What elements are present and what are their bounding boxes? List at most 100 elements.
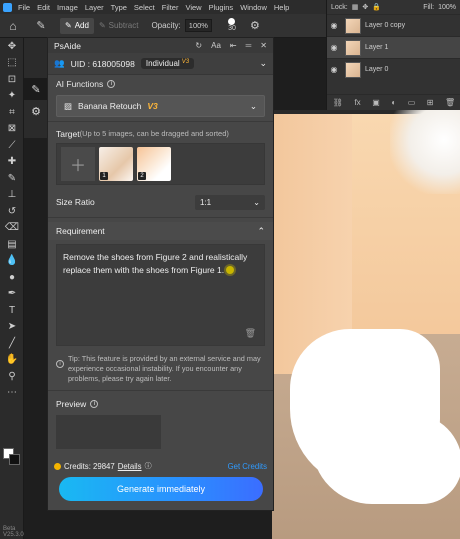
collapse-icon[interactable]: ═ (246, 41, 252, 50)
gradient-tool-icon[interactable]: ▤ (0, 236, 24, 253)
visibility-eye-icon[interactable]: ◉ (327, 21, 341, 30)
healing-brush-tool-icon[interactable]: ✚ (0, 154, 24, 171)
info-icon[interactable]: i (107, 80, 116, 88)
blur-tool-icon[interactable]: 💧 (0, 253, 24, 270)
shape-tool-icon[interactable]: ╱ (0, 335, 24, 352)
canvas-image (272, 110, 460, 539)
menu-plugins[interactable]: Plugins (209, 3, 234, 12)
menu-image[interactable]: Image (57, 3, 78, 12)
refresh-icon[interactable]: ↻ (195, 41, 202, 50)
photoshop-logo-icon (0, 0, 14, 14)
target-image-1[interactable]: 1 (99, 147, 133, 181)
options-bar: ⌂ ✎ ✎ Add ✎ Subtract Opacity: 100% 30 ⚙ (0, 14, 326, 38)
pen-tool-icon[interactable]: ✒ (0, 286, 24, 303)
brush-preview-icon (228, 18, 236, 25)
size-ratio-row: Size Ratio 1:1 ⌄ (48, 191, 273, 213)
lock-pixels-icon[interactable]: ▦ (352, 3, 359, 11)
size-ratio-select[interactable]: 1:1 ⌄ (195, 194, 265, 210)
chevron-down-icon: ⌄ (253, 197, 260, 207)
coin-icon (54, 462, 61, 470)
lock-position-icon[interactable]: ✥ (362, 3, 368, 11)
fx-icon[interactable]: fx (354, 98, 360, 107)
info-icon[interactable]: i (90, 400, 99, 408)
home-icon[interactable]: ⌂ (0, 19, 26, 33)
zoom-tool-icon[interactable]: ⚲ (0, 368, 24, 385)
account-row[interactable]: 👥 UID : 618005098 Individual V3 ⌄ (48, 53, 273, 75)
menu-edit[interactable]: Edit (37, 3, 50, 12)
trash-icon[interactable]: 🗑 (445, 98, 455, 107)
link-icon[interactable]: ⛓ (333, 98, 343, 107)
generate-button[interactable]: Generate immediately (59, 477, 263, 501)
menu-view[interactable]: View (185, 3, 201, 12)
crop-tool-icon[interactable]: ⌗ (0, 104, 24, 121)
opacity-input[interactable]: 100% (184, 19, 212, 32)
panel-controls: ↻ Aa ⇤ ═ ✕ (195, 41, 273, 50)
mode-toggle: ✎ Add ✎ Subtract (60, 17, 144, 34)
chevron-down-icon[interactable]: ⌄ (259, 58, 267, 69)
gear-icon[interactable]: ⚙ (250, 19, 260, 32)
edit-plugin-icon[interactable]: ✎ (24, 78, 48, 100)
add-mode-button[interactable]: ✎ Add (60, 17, 94, 34)
credits-text: Credits: 29847 (64, 461, 115, 471)
marquee-tool-icon[interactable]: ⬚ (0, 55, 24, 72)
adjustment-icon[interactable]: ◐ (391, 98, 396, 107)
fur-rug (390, 110, 460, 194)
layer-row[interactable]: ◉ Layer 0 copy (327, 14, 460, 36)
history-brush-tool-icon[interactable]: ↺ (0, 203, 24, 220)
object-select-tool-icon[interactable]: ⊡ (0, 71, 24, 88)
menu-filter[interactable]: Filter (162, 3, 179, 12)
tools-toolbar: ✥ ⬚ ⊡ ✦ ⌗ ⊠ ⟋ ✚ ✎ ⊥ ↺ ⌫ ▤ 💧 ● ✒ T ➤ ╱ ✋ … (0, 38, 24, 539)
brush-size-picker[interactable]: 30 (222, 18, 242, 33)
visibility-eye-icon[interactable]: ◉ (327, 65, 341, 74)
requirement-header[interactable]: Requirement ⌃ (48, 222, 273, 240)
magic-wand-tool-icon[interactable]: ✦ (0, 88, 24, 105)
menu-type[interactable]: Type (111, 3, 127, 12)
hand-tool-icon[interactable]: ✋ (0, 352, 24, 369)
menu-help[interactable]: Help (274, 3, 289, 12)
frame-tool-icon[interactable]: ⊠ (0, 121, 24, 138)
requirement-textarea[interactable]: Remove the shoes from Figure 2 and reali… (56, 244, 265, 346)
dodge-tool-icon[interactable]: ● (0, 269, 24, 286)
subtract-mode-button[interactable]: ✎ Subtract (94, 18, 144, 34)
subtract-label: Subtract (108, 21, 139, 30)
type-tool-icon[interactable]: T (0, 302, 24, 319)
path-select-tool-icon[interactable]: ➤ (0, 319, 24, 336)
folder-icon[interactable]: ▭ (408, 98, 416, 107)
new-layer-icon[interactable]: ⊞ (427, 98, 434, 107)
menu-layer[interactable]: Layer (85, 3, 104, 12)
get-credits-link[interactable]: Get Credits (228, 462, 267, 471)
layer-row-selected[interactable]: ◉ Layer 1 (327, 36, 460, 58)
settings-plugin-icon[interactable]: ⚙ (24, 100, 48, 122)
layers-footer: ⛓ fx ▣ ◐ ▭ ⊞ 🗑 (327, 94, 460, 110)
dock-icon[interactable]: ⇤ (230, 41, 237, 50)
menu-select[interactable]: Select (134, 3, 155, 12)
move-tool-icon[interactable]: ✥ (0, 38, 24, 55)
opacity-label: Opacity: (151, 21, 181, 30)
stamp-tool-icon[interactable]: ⊥ (0, 187, 24, 204)
add-image-button[interactable]: ＋ (61, 147, 95, 181)
chevron-up-icon[interactable]: ⌃ (257, 226, 265, 237)
details-link[interactable]: Details (118, 462, 142, 471)
lock-all-icon[interactable]: 🔒 (372, 3, 381, 11)
brush-tool-icon[interactable]: ✎ (0, 170, 24, 187)
close-icon[interactable]: ✕ (260, 41, 267, 50)
menu-file[interactable]: File (18, 3, 30, 12)
ai-function-select[interactable]: ▨ Banana Retouch V3 ⌄ (56, 95, 265, 117)
panel-header: PsAide ↻ Aa ⇤ ═ ✕ (48, 38, 273, 53)
menu-window[interactable]: Window (240, 3, 267, 12)
layer-row[interactable]: ◉ Layer 0 (327, 58, 460, 80)
more-tools-icon[interactable]: ⋯ (0, 385, 24, 402)
image-index: 1 (100, 172, 108, 180)
mask-icon[interactable]: ▣ (372, 98, 380, 107)
trash-icon[interactable]: 🗑 (245, 327, 256, 340)
font-size-icon[interactable]: Aa (211, 41, 221, 50)
visibility-eye-icon[interactable]: ◉ (327, 43, 341, 52)
fill-value[interactable]: 100% (438, 4, 456, 11)
background-color-swatch[interactable] (9, 454, 20, 465)
info-icon[interactable]: ⓘ (145, 461, 152, 471)
document-canvas[interactable] (272, 110, 460, 539)
eyedropper-tool-icon[interactable]: ⟋ (0, 137, 24, 154)
eraser-tool-icon[interactable]: ⌫ (0, 220, 24, 237)
brush-tool-icon[interactable]: ✎ (26, 19, 56, 32)
target-image-2[interactable]: 2 (137, 147, 171, 181)
